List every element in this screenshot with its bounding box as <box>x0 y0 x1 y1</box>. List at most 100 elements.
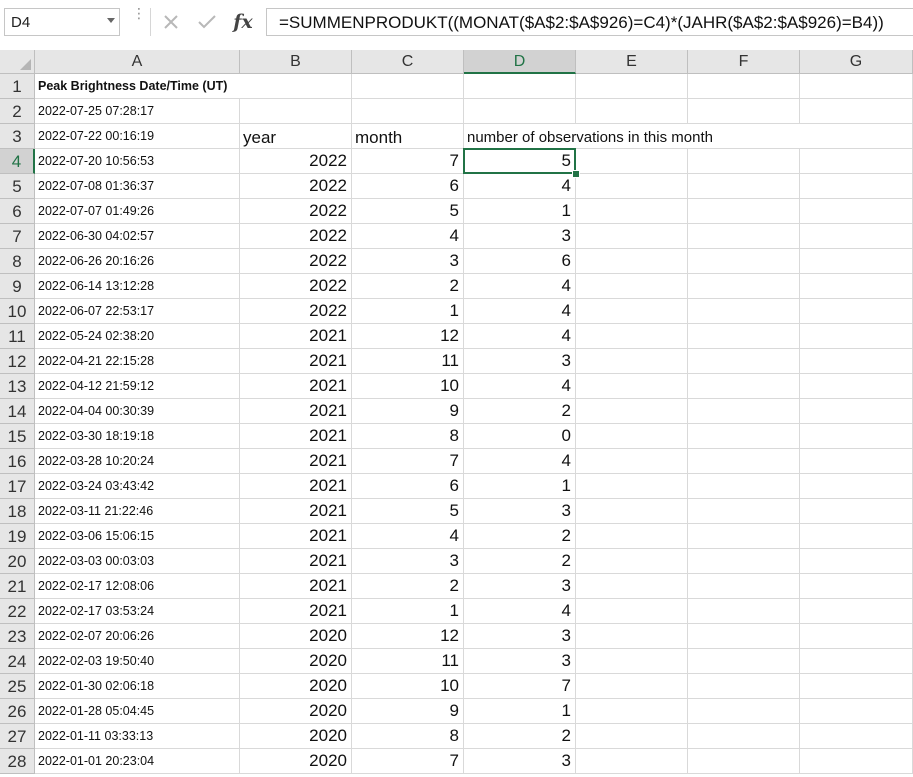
row-header-12[interactable]: 12 <box>0 349 35 374</box>
row-header-9[interactable]: 9 <box>0 274 35 299</box>
cell-e26[interactable] <box>576 699 688 724</box>
cell-e18[interactable] <box>576 499 688 524</box>
fill-handle[interactable] <box>572 170 580 178</box>
cell-d6[interactable]: 1 <box>464 199 576 224</box>
cell-f12[interactable] <box>688 349 800 374</box>
row-header-11[interactable]: 11 <box>0 324 35 349</box>
cell-d21[interactable]: 3 <box>464 574 576 599</box>
cell-c6[interactable]: 5 <box>352 199 464 224</box>
cell-b3[interactable]: year <box>240 124 352 149</box>
cell-b12[interactable]: 2021 <box>240 349 352 374</box>
select-all-button[interactable] <box>0 50 35 74</box>
cell-e6[interactable] <box>576 199 688 224</box>
cell-f24[interactable] <box>688 649 800 674</box>
column-header-f[interactable]: F <box>688 50 800 74</box>
cell-a8[interactable]: 2022-06-26 20:16:26 <box>35 249 240 274</box>
cell-g10[interactable] <box>800 299 913 324</box>
cell-a19[interactable]: 2022-03-06 15:06:15 <box>35 524 240 549</box>
cell-g26[interactable] <box>800 699 913 724</box>
cell-a5[interactable]: 2022-07-08 01:36:37 <box>35 174 240 199</box>
cell-a4[interactable]: 2022-07-20 10:56:53 <box>35 149 240 174</box>
row-header-14[interactable]: 14 <box>0 399 35 424</box>
cell-g4[interactable] <box>800 149 913 174</box>
cell-d27[interactable]: 2 <box>464 724 576 749</box>
cell-f17[interactable] <box>688 474 800 499</box>
cell-e24[interactable] <box>576 649 688 674</box>
cell-c2[interactable] <box>352 99 464 124</box>
cell-f26[interactable] <box>688 699 800 724</box>
enter-check-icon[interactable] <box>194 8 220 36</box>
row-header-8[interactable]: 8 <box>0 249 35 274</box>
cell-b26[interactable]: 2020 <box>240 699 352 724</box>
more-dots-icon[interactable]: ⋮ <box>132 6 146 35</box>
cell-e22[interactable] <box>576 599 688 624</box>
cell-e28[interactable] <box>576 749 688 774</box>
cell-d22[interactable]: 4 <box>464 599 576 624</box>
cell-e9[interactable] <box>576 274 688 299</box>
cell-a28[interactable]: 2022-01-01 20:23:04 <box>35 749 240 774</box>
cell-b23[interactable]: 2020 <box>240 624 352 649</box>
cell-f9[interactable] <box>688 274 800 299</box>
cell-c12[interactable]: 11 <box>352 349 464 374</box>
cell-d1[interactable] <box>464 74 576 99</box>
cell-d18[interactable]: 3 <box>464 499 576 524</box>
cell-e10[interactable] <box>576 299 688 324</box>
cell-g2[interactable] <box>800 99 913 124</box>
cell-a6[interactable]: 2022-07-07 01:49:26 <box>35 199 240 224</box>
cell-d17[interactable]: 1 <box>464 474 576 499</box>
cell-f15[interactable] <box>688 424 800 449</box>
cell-e25[interactable] <box>576 674 688 699</box>
cell-c13[interactable]: 10 <box>352 374 464 399</box>
cell-c23[interactable]: 12 <box>352 624 464 649</box>
cell-e13[interactable] <box>576 374 688 399</box>
cell-b19[interactable]: 2021 <box>240 524 352 549</box>
cell-b18[interactable]: 2021 <box>240 499 352 524</box>
cell-a9[interactable]: 2022-06-14 13:12:28 <box>35 274 240 299</box>
row-header-6[interactable]: 6 <box>0 199 35 224</box>
cell-f11[interactable] <box>688 324 800 349</box>
cell-g28[interactable] <box>800 749 913 774</box>
cell-a21[interactable]: 2022-02-17 12:08:06 <box>35 574 240 599</box>
cell-c10[interactable]: 1 <box>352 299 464 324</box>
row-header-22[interactable]: 22 <box>0 599 35 624</box>
cell-f18[interactable] <box>688 499 800 524</box>
cell-g8[interactable] <box>800 249 913 274</box>
cell-c18[interactable]: 5 <box>352 499 464 524</box>
cell-a20[interactable]: 2022-03-03 00:03:03 <box>35 549 240 574</box>
cell-a13[interactable]: 2022-04-12 21:59:12 <box>35 374 240 399</box>
cell-f6[interactable] <box>688 199 800 224</box>
cell-e27[interactable] <box>576 724 688 749</box>
cell-e3[interactable] <box>576 124 688 149</box>
cell-e2[interactable] <box>576 99 688 124</box>
cell-g6[interactable] <box>800 199 913 224</box>
cell-f1[interactable] <box>688 74 800 99</box>
column-header-g[interactable]: G <box>800 50 913 74</box>
cell-d13[interactable]: 4 <box>464 374 576 399</box>
cell-a2[interactable]: 2022-07-25 07:28:17 <box>35 99 240 124</box>
cell-c19[interactable]: 4 <box>352 524 464 549</box>
cell-c21[interactable]: 2 <box>352 574 464 599</box>
row-header-28[interactable]: 28 <box>0 749 35 774</box>
cell-b16[interactable]: 2021 <box>240 449 352 474</box>
cell-e4[interactable] <box>576 149 688 174</box>
cell-g13[interactable] <box>800 374 913 399</box>
formula-input[interactable]: =SUMMENPRODUKT((MONAT($A$2:$A$926)=C4)*(… <box>266 8 913 36</box>
cell-d15[interactable]: 0 <box>464 424 576 449</box>
row-header-25[interactable]: 25 <box>0 674 35 699</box>
cell-a26[interactable]: 2022-01-28 05:04:45 <box>35 699 240 724</box>
cell-a7[interactable]: 2022-06-30 04:02:57 <box>35 224 240 249</box>
cell-g3[interactable] <box>800 124 913 149</box>
cell-b5[interactable]: 2022 <box>240 174 352 199</box>
cell-a3[interactable]: 2022-07-22 00:16:19 <box>35 124 240 149</box>
cell-f13[interactable] <box>688 374 800 399</box>
cell-d19[interactable]: 2 <box>464 524 576 549</box>
cell-b4[interactable]: 2022 <box>240 149 352 174</box>
row-header-15[interactable]: 15 <box>0 424 35 449</box>
cell-d23[interactable]: 3 <box>464 624 576 649</box>
cell-b14[interactable]: 2021 <box>240 399 352 424</box>
cell-b15[interactable]: 2021 <box>240 424 352 449</box>
cancel-x-icon[interactable] <box>158 8 184 36</box>
cell-e1[interactable] <box>576 74 688 99</box>
cell-a12[interactable]: 2022-04-21 22:15:28 <box>35 349 240 374</box>
cell-e20[interactable] <box>576 549 688 574</box>
